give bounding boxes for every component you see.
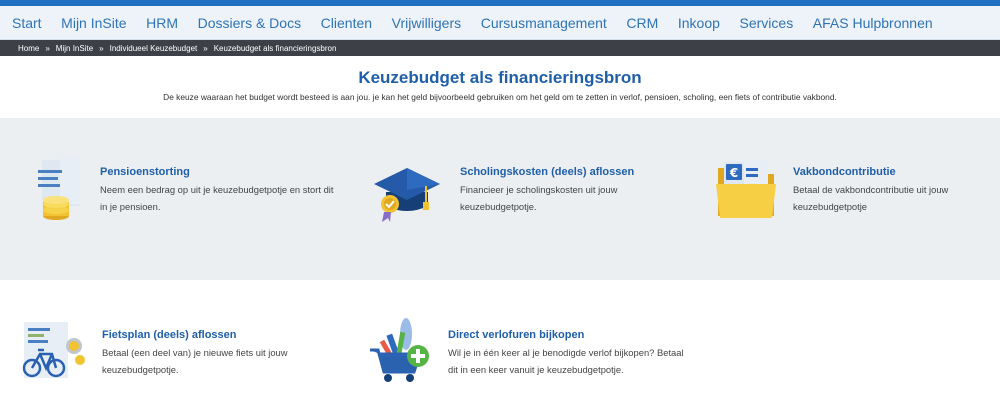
nav-item-cursusmanagement[interactable]: Cursusmanagement	[481, 15, 607, 31]
page-title: Keuzebudget als financieringsbron	[358, 68, 642, 87]
card-title[interactable]: Vakbondcontributie	[793, 166, 896, 178]
svg-text:€: €	[729, 166, 738, 180]
breadcrumb-separator: »	[203, 43, 208, 53]
card-title[interactable]: Pensioenstorting	[100, 166, 190, 178]
page-header: Keuzebudget als financieringsbron De keu…	[0, 56, 1000, 118]
card-scholingskosten: Scholingskosten (deels) aflossen Financi…	[374, 160, 674, 240]
breadcrumb: Home » Mijn InSite » Individueel Keuzebu…	[0, 40, 1000, 56]
breadcrumb-current-page: Keuzebudget als financieringsbron	[213, 43, 337, 53]
breadcrumb-separator: »	[45, 43, 50, 53]
nav-item-hrm[interactable]: HRM	[146, 15, 178, 31]
nav-item-start[interactable]: Start	[12, 15, 42, 31]
nav-item-inkoop[interactable]: Inkoop	[678, 15, 720, 31]
card-vakbondcontributie: € Vakbondcontributie Betaal de vakbondco…	[716, 158, 986, 238]
nav-item-services[interactable]: Services	[740, 15, 794, 31]
card-description: Wil je in één keer al je benodigde verlo…	[448, 347, 684, 375]
nav-item-crm[interactable]: CRM	[626, 15, 658, 31]
breadcrumb-mijn-insite[interactable]: Mijn InSite	[56, 44, 93, 53]
nav-item-vrijwilligers[interactable]: Vrijwilligers	[392, 15, 462, 31]
breadcrumb-separator: »	[99, 43, 104, 53]
card-title[interactable]: Fietsplan (deels) aflossen	[102, 329, 236, 341]
breadcrumb-home[interactable]: Home	[18, 44, 39, 53]
nav-item-dossiers-docs[interactable]: Dossiers & Docs	[198, 15, 301, 31]
card-description: Financieer je scholingskosten uit jouw k…	[460, 184, 618, 212]
euro-folder-icon: €	[716, 158, 778, 225]
graduation-cap-icon	[374, 160, 440, 229]
nav-item-afas-hulpbronnen[interactable]: AFAS Hulpbronnen	[813, 15, 933, 31]
top-navigation: Start Mijn InSite HRM Dossiers & Docs Cl…	[0, 6, 1000, 40]
card-description: Neem een bedrag op uit je keuzebudgetpot…	[100, 184, 334, 212]
breadcrumb-individueel-keuzebudget[interactable]: Individueel Keuzebudget	[110, 44, 198, 53]
nav-item-clienten[interactable]: Clienten	[321, 15, 372, 31]
card-title[interactable]: Scholingskosten (deels) aflossen	[460, 166, 634, 178]
shopping-cart-plus-icon	[370, 316, 432, 391]
page-subtitle: De keuze waaraan het budget wordt bestee…	[163, 92, 837, 102]
card-fietsplan: Fietsplan (deels) aflossen Betaal (een d…	[20, 320, 340, 390]
card-pensioenstorting: Pensioenstorting Neem een bedrag op uit …	[36, 156, 336, 236]
card-description: Betaal (een deel van) je nieuwe fiets ui…	[102, 347, 288, 375]
card-description: Betaal de vakbondcontributie uit jouw ke…	[793, 184, 949, 212]
nav-item-mijn-insite[interactable]: Mijn InSite	[61, 15, 126, 31]
pension-coins-icon	[36, 156, 86, 229]
bicycle-icon	[20, 320, 90, 385]
card-verlofuren-bijkopen: Direct verlofuren bijkopen Wil je in één…	[370, 316, 690, 390]
card-title[interactable]: Direct verlofuren bijkopen	[448, 329, 584, 341]
